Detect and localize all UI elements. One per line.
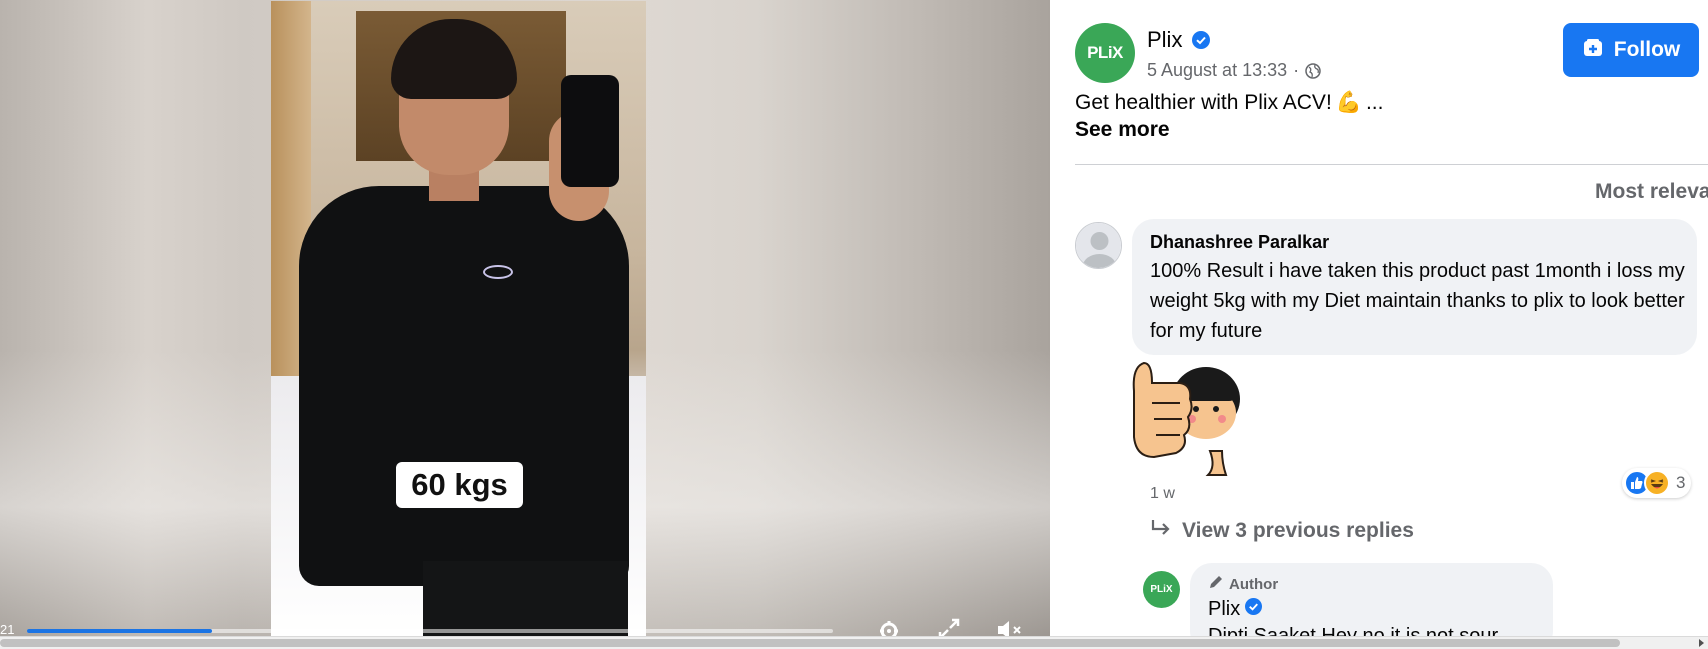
reply-arrow-icon	[1150, 519, 1172, 543]
reply-text: Dipti Saaket Hey no it is not sour	[1208, 625, 1499, 636]
commenter-avatar[interactable]	[1075, 222, 1122, 269]
page-name-link[interactable]: Plix	[1147, 27, 1182, 53]
haha-icon	[1644, 470, 1670, 496]
reply-author-name[interactable]: Plix	[1208, 598, 1263, 621]
facebook-video-viewer: 60 kgs 21 PLiX Plix 5 August at 13:33 ·	[0, 0, 1708, 649]
follow-icon	[1582, 37, 1604, 64]
post-meta: 5 August at 13:33 ·	[1147, 60, 1321, 81]
comment-sort-dropdown[interactable]: Most relevant	[1595, 180, 1708, 204]
author-badge: Author	[1208, 574, 1278, 594]
video-phone	[561, 75, 619, 187]
follow-button-label: Follow	[1613, 38, 1681, 61]
comment-text: 100% Result i have taken this product pa…	[1150, 260, 1685, 342]
horizontal-scrollbar-thumb[interactable]	[0, 639, 1620, 647]
video-progress-fill	[27, 629, 213, 633]
reaction-count: 3	[1676, 473, 1686, 492]
flexed-biceps-emoji: 💪	[1335, 91, 1362, 114]
commenter-name[interactable]: Dhanashree Paralkar	[1150, 232, 1329, 253]
video-progress-bar[interactable]	[27, 629, 833, 633]
video-player[interactable]: 60 kgs 21	[0, 0, 1050, 636]
view-replies-label: View 3 previous replies	[1182, 519, 1414, 542]
fullscreen-icon[interactable]	[936, 618, 962, 636]
mute-icon[interactable]	[995, 618, 1021, 636]
globe-icon	[1305, 62, 1321, 79]
follow-button[interactable]: Follow	[1563, 23, 1699, 77]
comment-timestamp[interactable]: 1 w	[1150, 485, 1175, 503]
verified-badge-icon	[1245, 598, 1263, 621]
reaction-summary[interactable]: 3	[1622, 468, 1692, 498]
reply-bubble: Author Plix Dipti Saaket Hey no it is no…	[1190, 563, 1553, 636]
horizontal-scrollbar[interactable]	[0, 636, 1708, 649]
reply-author-avatar[interactable]: PLiX	[1143, 571, 1180, 608]
post-text-body: Get healthier with Plix ACV!	[1075, 91, 1332, 114]
post-text-ellipsis: ...	[1365, 91, 1384, 114]
reply-author-name-text: Plix	[1208, 598, 1241, 620]
post-details-panel: PLiX Plix 5 August at 13:33 · Follow Get…	[1050, 0, 1708, 636]
author-badge-label: Author	[1229, 575, 1279, 593]
page-avatar[interactable]: PLiX	[1075, 23, 1135, 83]
scroll-right-arrow-icon[interactable]	[1699, 639, 1704, 647]
divider	[1075, 164, 1708, 165]
video-caption-weight: 60 kgs	[396, 462, 523, 508]
pencil-icon	[1208, 574, 1224, 594]
thumbs-up-sticker	[1130, 357, 1250, 477]
verified-badge-icon	[1192, 31, 1210, 49]
gear-icon[interactable]	[876, 618, 902, 636]
video-time-readout: 21	[0, 622, 15, 636]
meta-separator: ·	[1293, 60, 1300, 80]
view-previous-replies-link[interactable]: View 3 previous replies	[1150, 519, 1414, 543]
comment-bubble: Dhanashree Paralkar 100% Result i have t…	[1132, 219, 1697, 355]
post-text: Get healthier with Plix ACV! 💪 ...	[1075, 91, 1383, 115]
video-person-shirt	[299, 186, 629, 586]
see-more-link[interactable]: See more	[1075, 118, 1170, 142]
post-timestamp[interactable]: 5 August at 13:33	[1147, 60, 1287, 81]
video-frame[interactable]	[271, 1, 646, 636]
shirt-logo-icon	[483, 265, 513, 279]
video-person-pants	[423, 561, 628, 636]
